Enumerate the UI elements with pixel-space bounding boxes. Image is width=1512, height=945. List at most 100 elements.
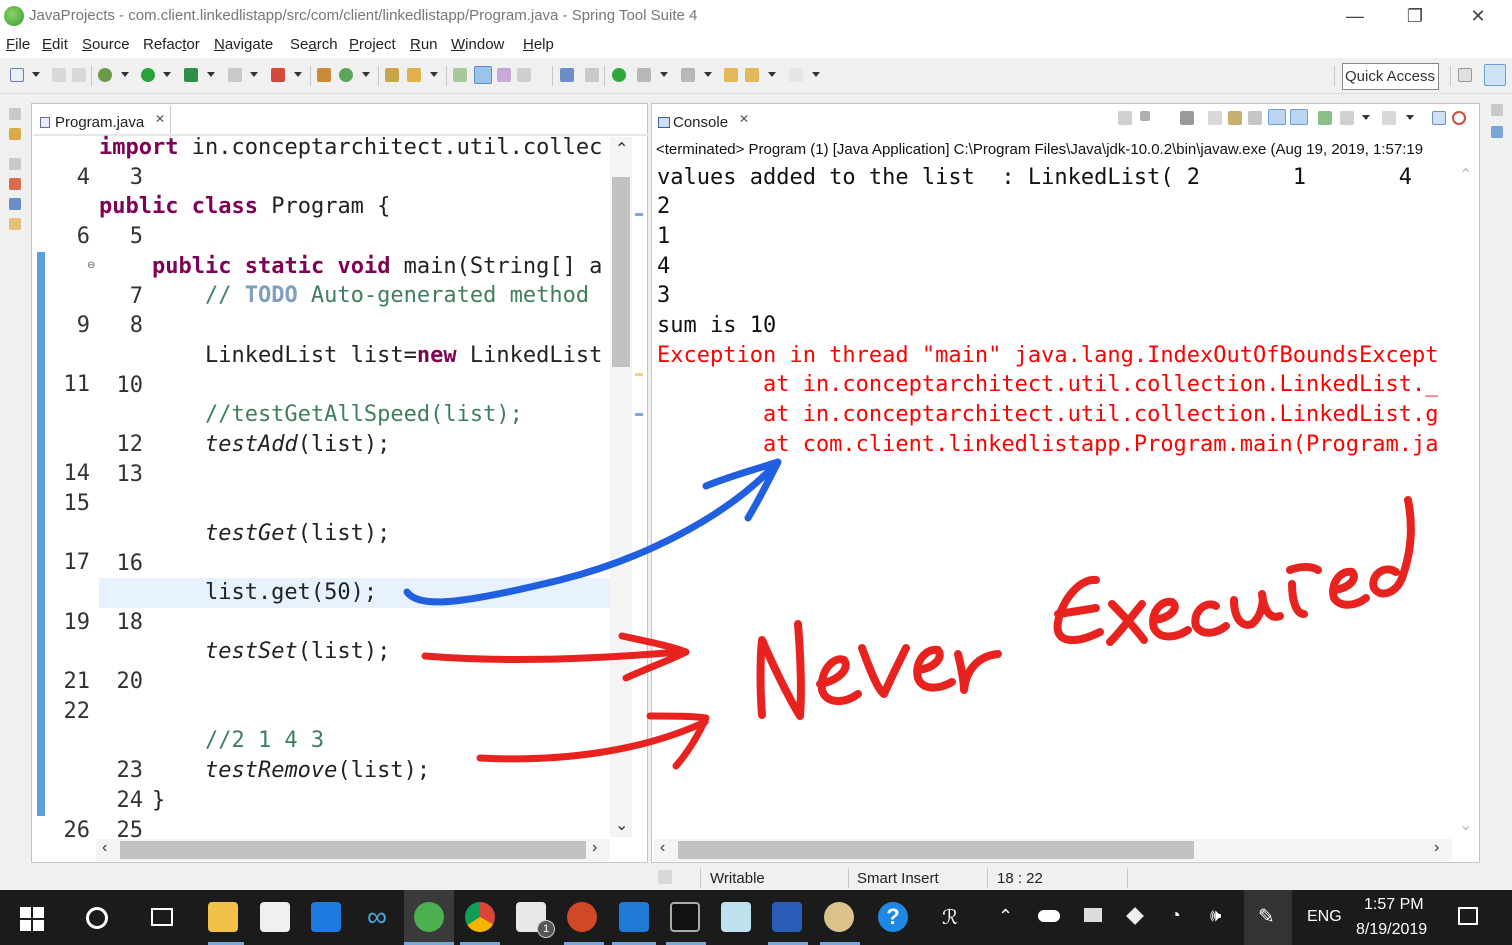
code-line[interactable]: 22 bbox=[48, 697, 91, 727]
open-task-caret[interactable] bbox=[430, 72, 438, 77]
pilcrow-icon[interactable] bbox=[537, 68, 545, 82]
journal-icon[interactable] bbox=[721, 902, 751, 932]
task-view-icon[interactable] bbox=[151, 908, 173, 926]
outline-view-icon[interactable] bbox=[1491, 126, 1503, 138]
minimize-view-icon[interactable] bbox=[1432, 111, 1446, 125]
previous-annotation-caret[interactable] bbox=[704, 72, 712, 77]
previous-annotation-icon[interactable] bbox=[681, 68, 695, 82]
spring-boot-dashboard-icon[interactable] bbox=[612, 68, 626, 82]
task-mark[interactable] bbox=[635, 373, 643, 376]
file-explorer-icon[interactable] bbox=[208, 902, 238, 932]
editor-horizontal-scrollbar[interactable]: ‹ › bbox=[96, 839, 610, 861]
restore-view-icon[interactable] bbox=[1491, 104, 1503, 116]
store-icon[interactable] bbox=[260, 902, 290, 932]
run-dropdown-caret[interactable] bbox=[163, 72, 171, 77]
code-line[interactable]: 10 LinkedList list=new LinkedList bbox=[48, 341, 602, 398]
spring-explorer-icon[interactable] bbox=[9, 198, 21, 210]
code-line[interactable]: 12 //testGetAllSpeed(list); bbox=[48, 400, 522, 457]
restore-button[interactable]: ❐ bbox=[1392, 2, 1438, 30]
skip-breakpoints-icon[interactable] bbox=[585, 68, 599, 82]
menu-window[interactable]: Window bbox=[451, 36, 504, 53]
code-line[interactable]: 9 bbox=[48, 311, 90, 341]
next-annotation-caret[interactable] bbox=[660, 72, 668, 77]
minimize-button[interactable]: — bbox=[1332, 2, 1378, 30]
toggle-breadcrumb-icon[interactable] bbox=[453, 68, 467, 82]
code-line[interactable]: 23 //2 1 4 3 bbox=[48, 726, 324, 783]
open-console-icon[interactable] bbox=[1382, 111, 1396, 125]
code-line-current[interactable]: 18 list.get(50); bbox=[48, 578, 377, 635]
code-line[interactable]: 16 testGet(list); bbox=[48, 519, 390, 576]
code-line[interactable]: 26 bbox=[48, 816, 91, 846]
chrome-icon[interactable] bbox=[465, 902, 495, 932]
status-insert-mode[interactable]: Smart Insert bbox=[857, 870, 939, 887]
scroll-right-icon[interactable]: › bbox=[1434, 839, 1439, 857]
close-tab-icon[interactable]: ✕ bbox=[155, 112, 165, 126]
forward-caret[interactable] bbox=[812, 72, 820, 77]
save-all-icon[interactable] bbox=[72, 68, 86, 82]
code-line[interactable]: 24 testRemove(list); bbox=[48, 756, 430, 813]
remove-launch-icon[interactable] bbox=[1158, 110, 1172, 124]
dropbox-tray-icon[interactable] bbox=[1126, 907, 1144, 925]
paint-icon[interactable] bbox=[824, 902, 854, 932]
wifi-icon[interactable]: ◔ bbox=[1170, 905, 1181, 926]
code-line[interactable]: 11 bbox=[48, 370, 91, 400]
vscode-icon[interactable] bbox=[619, 902, 649, 932]
external-tools-icon[interactable] bbox=[271, 68, 285, 82]
run-last-tool-icon[interactable] bbox=[184, 68, 198, 82]
menu-run[interactable]: Run bbox=[410, 36, 438, 53]
task-list-icon[interactable] bbox=[9, 218, 21, 230]
onedrive-icon[interactable] bbox=[1038, 910, 1060, 922]
scroll-thumb[interactable] bbox=[120, 841, 586, 859]
new-icon[interactable] bbox=[10, 68, 24, 82]
code-line[interactable]: 25 } bbox=[48, 786, 165, 843]
display-console-caret[interactable] bbox=[1362, 115, 1370, 120]
stack-trace-link[interactable]: at in.conceptarchitect.util.collection.L… bbox=[657, 370, 1439, 400]
stop-icon[interactable] bbox=[228, 68, 242, 82]
spring-tool-suite-icon[interactable] bbox=[414, 902, 444, 932]
menu-refactor[interactable]: Refactor bbox=[143, 36, 200, 53]
clear-console-icon[interactable] bbox=[1208, 111, 1222, 125]
menu-help[interactable]: Help bbox=[523, 36, 554, 53]
run-icon[interactable] bbox=[141, 68, 155, 82]
usb-icon[interactable] bbox=[1084, 908, 1102, 922]
search-icon[interactable] bbox=[86, 907, 108, 929]
tab-console[interactable]: Console ✕ bbox=[653, 106, 757, 138]
code-line[interactable]: 21 bbox=[48, 667, 91, 697]
code-line[interactable]: 8 // TODO Auto-generated method bbox=[48, 281, 589, 338]
quick-access-input[interactable]: Quick Access bbox=[1342, 63, 1439, 90]
outline-icon[interactable] bbox=[9, 178, 21, 190]
people-icon[interactable]: ℛ bbox=[942, 905, 958, 930]
help-icon[interactable]: ? bbox=[878, 902, 908, 932]
scroll-thumb[interactable] bbox=[612, 177, 630, 367]
show-whitespace-icon[interactable] bbox=[517, 68, 531, 82]
scroll-up-icon[interactable]: ⌃ bbox=[615, 139, 628, 159]
code-line[interactable]: 3 import in.conceptarchitect.util.collec bbox=[48, 133, 602, 190]
restore-view-icon[interactable] bbox=[9, 158, 21, 170]
console-vertical-scrollbar[interactable]: ⌃ ⌄ bbox=[1452, 165, 1478, 837]
open-console-caret[interactable] bbox=[1406, 115, 1414, 120]
back-caret[interactable] bbox=[768, 72, 776, 77]
code-line[interactable]: 4 bbox=[48, 163, 90, 193]
scroll-down-icon[interactable]: ⌄ bbox=[1459, 815, 1472, 835]
mark-occurrences-icon[interactable] bbox=[474, 66, 492, 84]
maximize-view-icon[interactable] bbox=[1452, 111, 1466, 125]
word-icon[interactable] bbox=[772, 902, 802, 932]
show-on-stdout-icon[interactable] bbox=[1268, 109, 1286, 125]
menu-search[interactable]: Search bbox=[290, 36, 338, 53]
new-java-class-icon[interactable] bbox=[339, 68, 353, 82]
code-line[interactable]: 5 public class Program { bbox=[48, 192, 390, 249]
scroll-right-icon[interactable]: › bbox=[592, 839, 597, 857]
last-edit-location-icon[interactable] bbox=[724, 68, 738, 82]
code-line[interactable]: 13 testAdd(list); bbox=[48, 430, 390, 487]
forward-icon[interactable] bbox=[789, 68, 803, 82]
powerpoint-icon[interactable] bbox=[567, 902, 597, 932]
new-dropdown-caret[interactable] bbox=[32, 72, 40, 77]
show-on-stderr-icon[interactable] bbox=[1290, 109, 1308, 125]
code-line[interactable]: 6 bbox=[48, 222, 90, 252]
pen-icon[interactable]: ✎ bbox=[1258, 904, 1275, 929]
toggle-block-selection-icon[interactable] bbox=[497, 68, 511, 82]
input-language[interactable]: ENG bbox=[1307, 908, 1342, 926]
command-prompt-icon[interactable] bbox=[670, 902, 700, 932]
debug-dropdown-caret[interactable] bbox=[121, 72, 129, 77]
external-tools-caret[interactable] bbox=[294, 72, 302, 77]
